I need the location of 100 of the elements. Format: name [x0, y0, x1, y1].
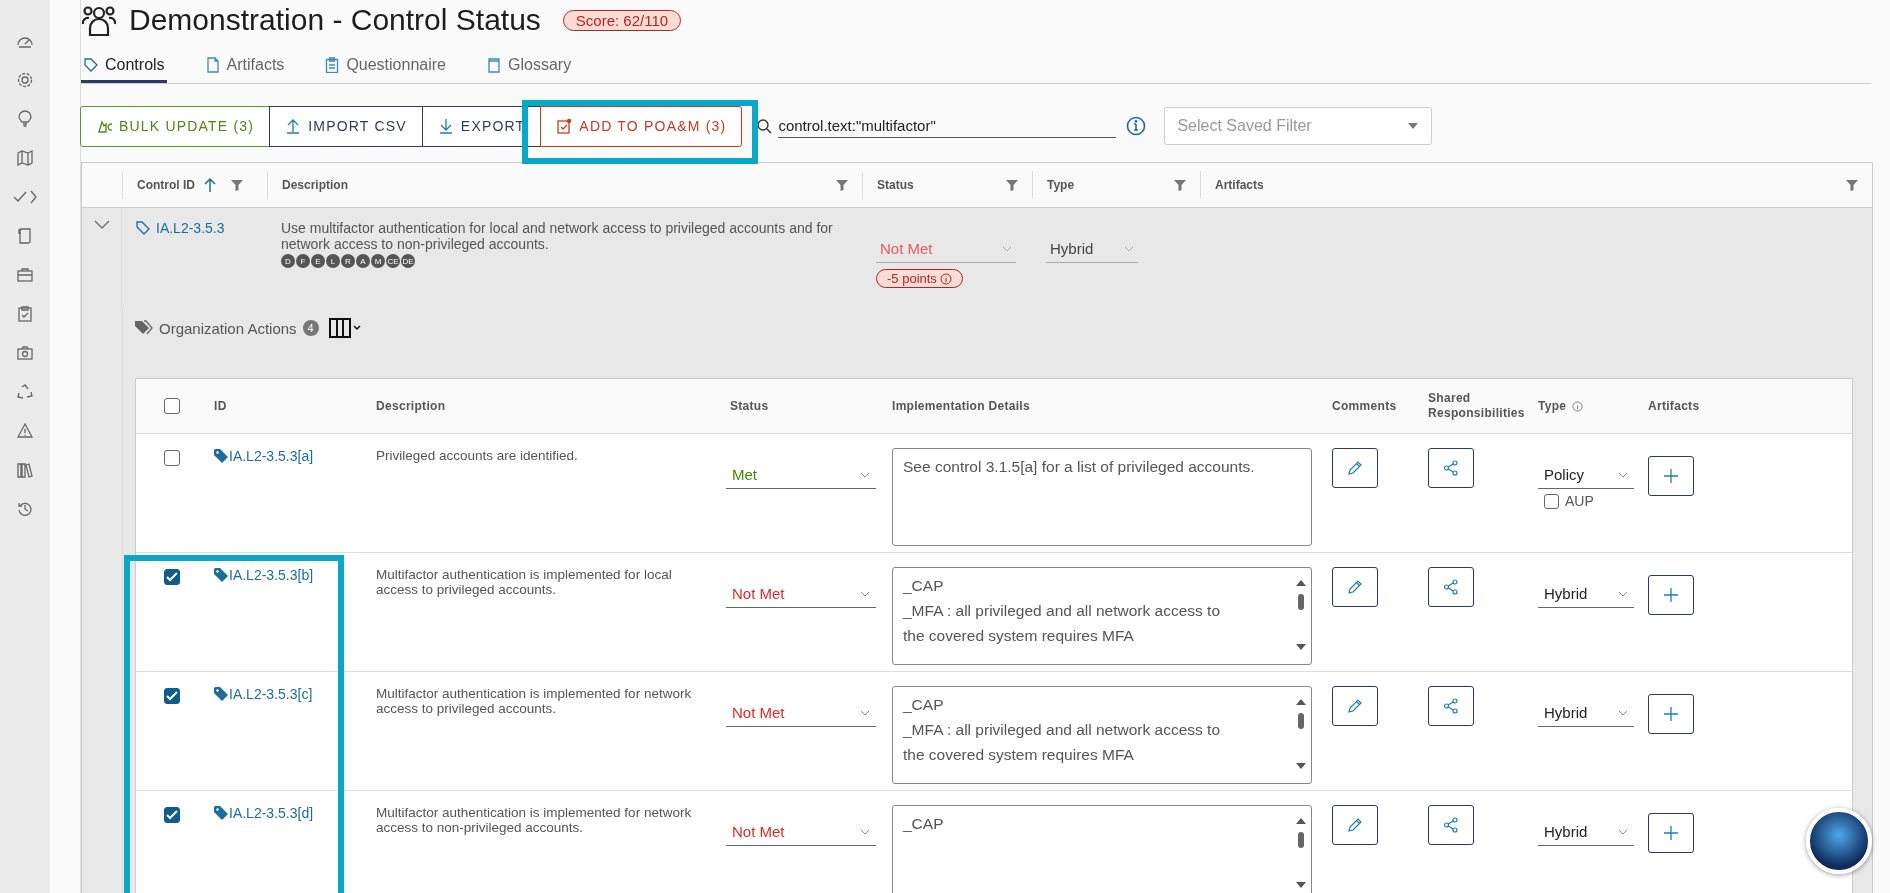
chevron-down-icon — [1618, 590, 1628, 597]
column-header[interactable]: Artifacts — [1215, 178, 1264, 192]
column-header[interactable]: Type — [1047, 178, 1075, 192]
tab[interactable]: Controls — [81, 52, 167, 83]
export-button[interactable]: EXPORT — [421, 105, 542, 147]
column-header[interactable]: Status — [877, 178, 914, 192]
select-all-checkbox[interactable] — [164, 398, 180, 414]
library-icon[interactable] — [16, 461, 34, 479]
edit-comment-button[interactable] — [1332, 567, 1378, 607]
action-description: Privileged accounts are identified. — [376, 448, 578, 463]
section-title: Organization Actions — [159, 319, 297, 337]
sort-ascending-icon[interactable] — [203, 177, 217, 193]
action-description: Multifactor authentication is implemented for network access to privileged accounts. — [376, 686, 693, 716]
column-header[interactable]: Description — [282, 178, 348, 192]
tab[interactable]: Artifacts — [202, 52, 287, 83]
pencil-icon — [1347, 460, 1363, 476]
chevron-down-icon — [1618, 709, 1628, 716]
filter-icon[interactable] — [1006, 179, 1018, 191]
row-checkbox[interactable] — [164, 569, 180, 585]
status-dropdown[interactable]: Not Met — [726, 700, 876, 727]
page-title: Demonstration - Control Status — [129, 3, 541, 37]
tag-badge: R — [341, 254, 355, 268]
filter-icon[interactable] — [231, 179, 243, 191]
score-badge: Score: 62/110 — [562, 9, 682, 31]
implementation-details-field[interactable]: _CAP _MFA : all privileged and all network access to the covered system requires MFA — [892, 686, 1312, 784]
warning-icon[interactable] — [16, 422, 34, 440]
add-to-poam-button[interactable]: ADD TO POA&M (3) — [540, 105, 743, 147]
type-dropdown[interactable]: Hybrid — [1046, 236, 1138, 263]
scrollbar[interactable] — [1295, 816, 1307, 890]
download-icon — [437, 118, 454, 134]
implementation-details-field[interactable]: _CAP — [892, 805, 1312, 893]
share-button[interactable] — [1428, 805, 1474, 845]
info-icon[interactable] — [1126, 116, 1147, 136]
action-id-link[interactable]: IA.L2-3.5.3[d] — [214, 805, 314, 821]
chevron-down-icon — [1618, 471, 1628, 478]
status-dropdown[interactable]: Not Met — [726, 581, 876, 608]
import-csv-button[interactable]: IMPORT CSV — [269, 105, 423, 147]
column-header: Artifacts — [1648, 398, 1700, 414]
share-icon — [1443, 817, 1459, 833]
filter-icon[interactable] — [836, 179, 848, 191]
add-artifact-button[interactable] — [1648, 694, 1694, 734]
implementation-details-field[interactable]: See control 3.1.5[a] for a list of privileged accounts. — [892, 448, 1312, 546]
row-checkbox[interactable] — [164, 450, 180, 466]
action-id-link[interactable]: IA.L2-3.5.3[a] — [214, 448, 314, 464]
edit-comment-button[interactable] — [1332, 686, 1378, 726]
saved-filter-dropdown[interactable]: Select Saved Filter — [1164, 107, 1433, 145]
status-dropdown[interactable]: Not Met — [726, 819, 876, 846]
edit-comment-button[interactable] — [1332, 805, 1378, 845]
type-dropdown[interactable]: Policy — [1538, 462, 1634, 489]
control-id-link[interactable]: IA.L2-3.5.3 — [136, 220, 225, 236]
action-id-link[interactable]: IA.L2-3.5.3[c] — [214, 686, 313, 702]
document-icon — [204, 57, 221, 73]
type-dropdown[interactable]: Hybrid — [1538, 700, 1634, 727]
column-header: Status — [730, 398, 769, 414]
aup-checkbox[interactable] — [1544, 493, 1559, 509]
column-header[interactable]: Control ID — [137, 178, 195, 192]
check-icon[interactable] — [12, 188, 38, 206]
type-dropdown[interactable]: Hybrid — [1538, 819, 1634, 846]
share-icon — [1443, 698, 1459, 714]
upload-icon — [285, 118, 302, 134]
bulk-update-button[interactable]: BULK UPDATE (3) — [80, 105, 271, 147]
scrollbar[interactable] — [1295, 697, 1307, 771]
share-button[interactable] — [1428, 448, 1474, 488]
map-icon[interactable] — [16, 149, 34, 167]
tag-badge: D — [281, 254, 295, 268]
action-description: Multifactor authentication is implemented for local access to privileged accounts. — [376, 567, 673, 597]
chevron-down-icon — [1124, 245, 1134, 252]
add-artifact-button[interactable] — [1648, 813, 1694, 853]
filter-icon[interactable] — [1846, 179, 1858, 191]
edit-comment-button[interactable] — [1332, 448, 1378, 488]
tab[interactable]: Questionnaire — [322, 52, 448, 83]
clipboard-icon — [324, 57, 341, 73]
row-checkbox[interactable] — [164, 688, 180, 704]
briefcase-icon[interactable] — [16, 266, 34, 284]
document-icon[interactable] — [16, 227, 34, 245]
info-icon[interactable] — [1572, 400, 1584, 412]
share-button[interactable] — [1428, 567, 1474, 607]
search-field[interactable]: control.text:"multifactor" — [778, 114, 1117, 138]
columns-icon[interactable] — [328, 318, 363, 338]
add-artifact-button[interactable] — [1648, 575, 1694, 615]
scrollbar[interactable] — [1295, 578, 1307, 652]
implementation-details-field[interactable]: _CAP _MFA : all privileged and all network access to the covered system requires MFA — [892, 567, 1312, 665]
tab[interactable]: Glossary — [484, 52, 574, 83]
chevron-down-icon[interactable] — [93, 220, 110, 230]
camera-icon[interactable] — [16, 344, 34, 362]
tag-icon — [214, 449, 228, 463]
book-icon — [486, 57, 502, 73]
gear-icon[interactable] — [16, 71, 34, 89]
action-id-link[interactable]: IA.L2-3.5.3[b] — [214, 567, 314, 583]
bulb-icon[interactable] — [16, 110, 34, 128]
row-checkbox[interactable] — [164, 807, 180, 823]
column-header: Shared Responsibilities — [1428, 391, 1526, 421]
tag-icon — [136, 221, 150, 235]
status-dropdown[interactable]: Met — [726, 462, 876, 489]
filter-icon[interactable] — [1174, 179, 1186, 191]
type-dropdown[interactable]: Hybrid — [1538, 581, 1634, 608]
share-button[interactable] — [1428, 686, 1474, 726]
clipboard-icon[interactable] — [16, 305, 34, 323]
add-artifact-button[interactable] — [1648, 456, 1694, 496]
history-icon[interactable] — [16, 500, 34, 518]
